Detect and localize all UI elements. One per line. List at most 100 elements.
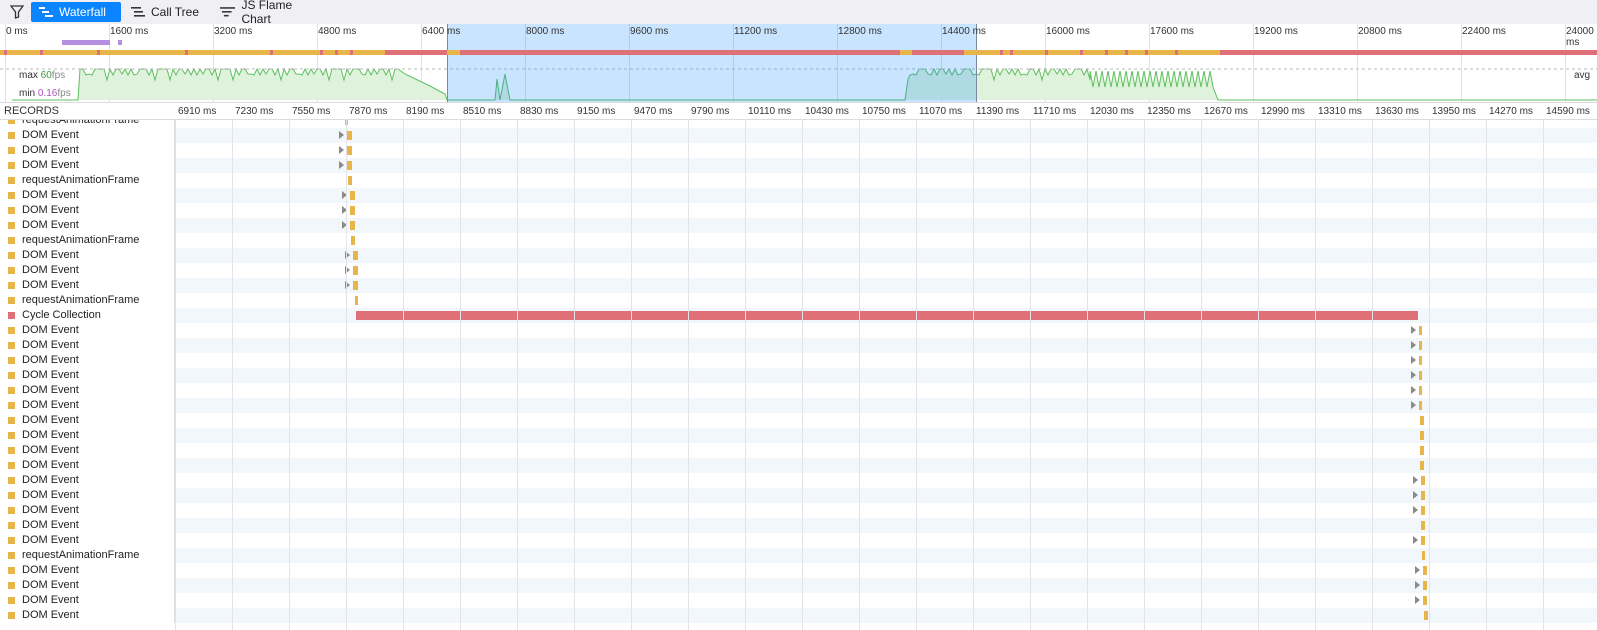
expand-arrow-icon[interactable] (1412, 536, 1418, 544)
marker-name: requestAnimationFrame (22, 294, 140, 306)
event-duration-bar[interactable] (1420, 536, 1425, 545)
waterfall-row[interactable]: requestAnimationFrame (0, 548, 1597, 563)
expand-arrow-icon[interactable] (1414, 596, 1420, 604)
waterfall-row[interactable]: DOM Event (0, 473, 1597, 488)
event-duration-bar[interactable] (347, 131, 352, 140)
ruler-tick-label: 12800 ms (838, 26, 882, 37)
waterfall-row[interactable]: DOM Event (0, 413, 1597, 428)
waterfall-row[interactable]: requestAnimationFrame (0, 173, 1597, 188)
waterfall-row[interactable]: DOM Event (0, 248, 1597, 263)
timeline-overview[interactable]: max 60fps min 0.16fps avg 0 ms 1600 ms 320… (0, 24, 1597, 102)
event-duration-bar[interactable] (350, 221, 355, 230)
waterfall-row[interactable]: requestAnimationFrame (0, 120, 1597, 128)
event-duration-bar[interactable] (348, 176, 352, 185)
tab-waterfall[interactable]: Waterfall (31, 2, 121, 22)
row-background (175, 368, 1597, 383)
row-background (175, 338, 1597, 353)
waterfall-row[interactable]: DOM Event (0, 503, 1597, 518)
event-duration-bar[interactable] (1422, 596, 1428, 605)
marker-color-swatch (8, 417, 15, 424)
waterfall-row[interactable]: DOM Event (0, 398, 1597, 413)
waterfall-row[interactable]: DOM Event (0, 518, 1597, 533)
event-duration-bar[interactable] (353, 281, 358, 290)
row-label: DOM Event (0, 263, 175, 278)
waterfall-row[interactable]: requestAnimationFrame (0, 233, 1597, 248)
event-duration-bar[interactable] (1418, 401, 1423, 410)
expand-arrow-icon[interactable] (1412, 476, 1418, 484)
event-duration-bar[interactable] (1418, 371, 1423, 380)
expand-arrow-icon[interactable] (1410, 371, 1416, 379)
event-duration-bar[interactable] (351, 236, 355, 245)
expand-arrow-icon[interactable] (1414, 566, 1420, 574)
event-duration-bar[interactable] (1420, 446, 1424, 455)
expand-arrow-icon[interactable] (1410, 386, 1416, 394)
waterfall-gridline (688, 120, 689, 630)
event-duration-bar[interactable] (1420, 461, 1424, 470)
waterfall-row[interactable]: DOM Event (0, 353, 1597, 368)
waterfall-row[interactable]: DOM Event (0, 188, 1597, 203)
event-duration-bar[interactable] (1420, 431, 1424, 440)
marker-name: DOM Event (22, 384, 79, 396)
expand-arrow-icon[interactable] (1414, 581, 1420, 589)
event-duration-bar[interactable] (347, 146, 352, 155)
waterfall-row[interactable]: DOM Event (0, 158, 1597, 173)
event-duration-bar[interactable] (350, 191, 355, 200)
tab-js-flame-chart[interactable]: JS Flame Chart (212, 0, 330, 26)
waterfall-row[interactable]: DOM Event (0, 578, 1597, 593)
event-duration-bar[interactable] (1420, 521, 1425, 530)
waterfall-row[interactable]: DOM Event (0, 443, 1597, 458)
waterfall-row[interactable]: requestAnimationFrame (0, 293, 1597, 308)
event-duration-bar[interactable] (1418, 341, 1423, 350)
waterfall-row[interactable]: DOM Event (0, 338, 1597, 353)
expand-arrow-icon[interactable] (1410, 401, 1416, 409)
row-background (175, 428, 1597, 443)
event-duration-bar[interactable] (347, 161, 352, 170)
expand-arrow-icon[interactable] (339, 161, 345, 169)
expand-arrow-icon[interactable] (1412, 491, 1418, 499)
waterfall-row[interactable]: DOM Event (0, 608, 1597, 623)
event-duration-bar[interactable] (1420, 506, 1425, 515)
gc-activity-bar (1125, 50, 1128, 55)
tab-call-tree[interactable]: Call Tree (123, 2, 209, 22)
waterfall-row[interactable]: DOM Event (0, 218, 1597, 233)
waterfall-row[interactable]: DOM Event (0, 488, 1597, 503)
expand-arrow-icon[interactable] (1410, 356, 1416, 364)
waterfall-row[interactable]: DOM Event (0, 458, 1597, 473)
waterfall-row[interactable]: DOM Event (0, 143, 1597, 158)
waterfall-row[interactable]: DOM Event (0, 263, 1597, 278)
event-duration-bar[interactable] (353, 266, 358, 275)
waterfall-row[interactable]: DOM Event (0, 383, 1597, 398)
waterfall-row[interactable]: DOM Event (0, 128, 1597, 143)
expand-arrow-icon[interactable] (1410, 341, 1416, 349)
waterfall-row[interactable]: DOM Event (0, 203, 1597, 218)
expand-arrow-icon[interactable] (339, 146, 345, 154)
expand-arrow-icon[interactable] (1412, 506, 1418, 514)
marker-color-swatch (8, 402, 15, 409)
waterfall-row[interactable]: DOM Event (0, 533, 1597, 548)
waterfall-row[interactable]: DOM Event (0, 593, 1597, 608)
waterfall-row[interactable]: Cycle Collection (0, 308, 1597, 323)
expand-arrow-icon[interactable] (339, 131, 345, 139)
filter-icon[interactable] (6, 2, 28, 22)
expand-arrow-icon[interactable] (1410, 326, 1416, 334)
event-duration-bar[interactable] (1418, 386, 1423, 395)
waterfall-row[interactable]: DOM Event (0, 323, 1597, 338)
event-duration-bar[interactable] (1418, 356, 1423, 365)
event-duration-bar[interactable] (1420, 476, 1425, 485)
waterfall-row[interactable]: DOM Event (0, 278, 1597, 293)
event-duration-bar[interactable] (354, 296, 359, 305)
event-duration-bar[interactable] (353, 251, 358, 260)
event-duration-bar[interactable] (350, 206, 355, 215)
event-duration-bar[interactable] (1420, 491, 1425, 500)
event-duration-bar[interactable] (1421, 551, 1426, 560)
event-duration-bar[interactable] (1420, 416, 1424, 425)
waterfall-row[interactable]: DOM Event (0, 563, 1597, 578)
event-duration-bar[interactable] (1422, 581, 1428, 590)
row-background (175, 383, 1597, 398)
event-duration-bar[interactable] (1418, 326, 1423, 335)
waterfall-row[interactable]: DOM Event (0, 428, 1597, 443)
waterfall-row[interactable]: DOM Event (0, 368, 1597, 383)
event-duration-bar[interactable] (1422, 566, 1428, 575)
event-duration-bar[interactable] (1423, 611, 1429, 620)
row-background (175, 503, 1597, 518)
